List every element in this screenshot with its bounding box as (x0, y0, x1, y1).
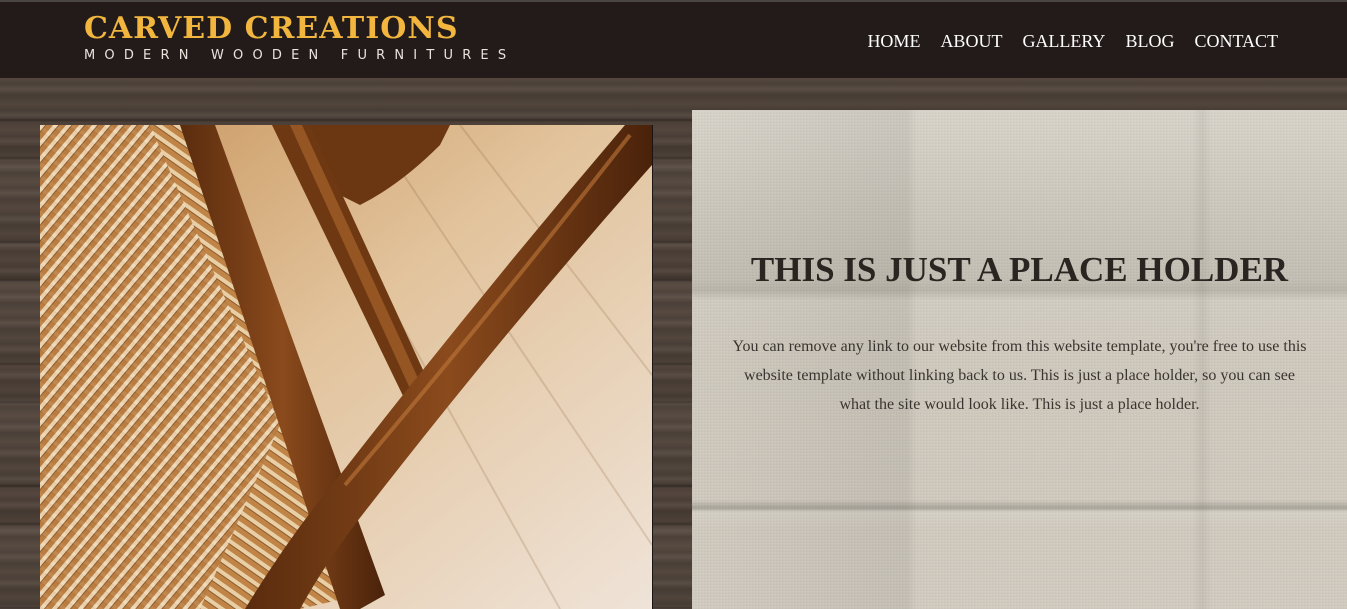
hero-text-panel: THIS IS JUST A PLACE HOLDER You can remo… (692, 110, 1347, 609)
brand-title[interactable]: CARVED CREATIONS (84, 14, 515, 44)
nav-gallery[interactable]: GALLERY (1022, 31, 1105, 51)
hero-title: THIS IS JUST A PLACE HOLDER (750, 250, 1289, 289)
brand-logo[interactable]: CARVED CREATIONS MODERN WOODEN FURNITURE… (84, 14, 515, 63)
brand-tagline: MODERN WOODEN FURNITURES (84, 48, 516, 63)
nav-contact[interactable]: CONTACT (1194, 31, 1278, 51)
nav-about[interactable]: ABOUT (940, 31, 1002, 51)
hero-body: You can remove any link to our website f… (732, 338, 1307, 413)
nav-blog[interactable]: BLOG (1125, 31, 1174, 51)
chair-photo (40, 125, 652, 609)
site-header: CARVED CREATIONS MODERN WOODEN FURNITURE… (0, 0, 1347, 78)
nav-home[interactable]: HOME (867, 31, 920, 51)
main-nav: HOME ABOUT GALLERY BLOG CONTACT (867, 31, 1278, 51)
hero-image (40, 125, 653, 609)
